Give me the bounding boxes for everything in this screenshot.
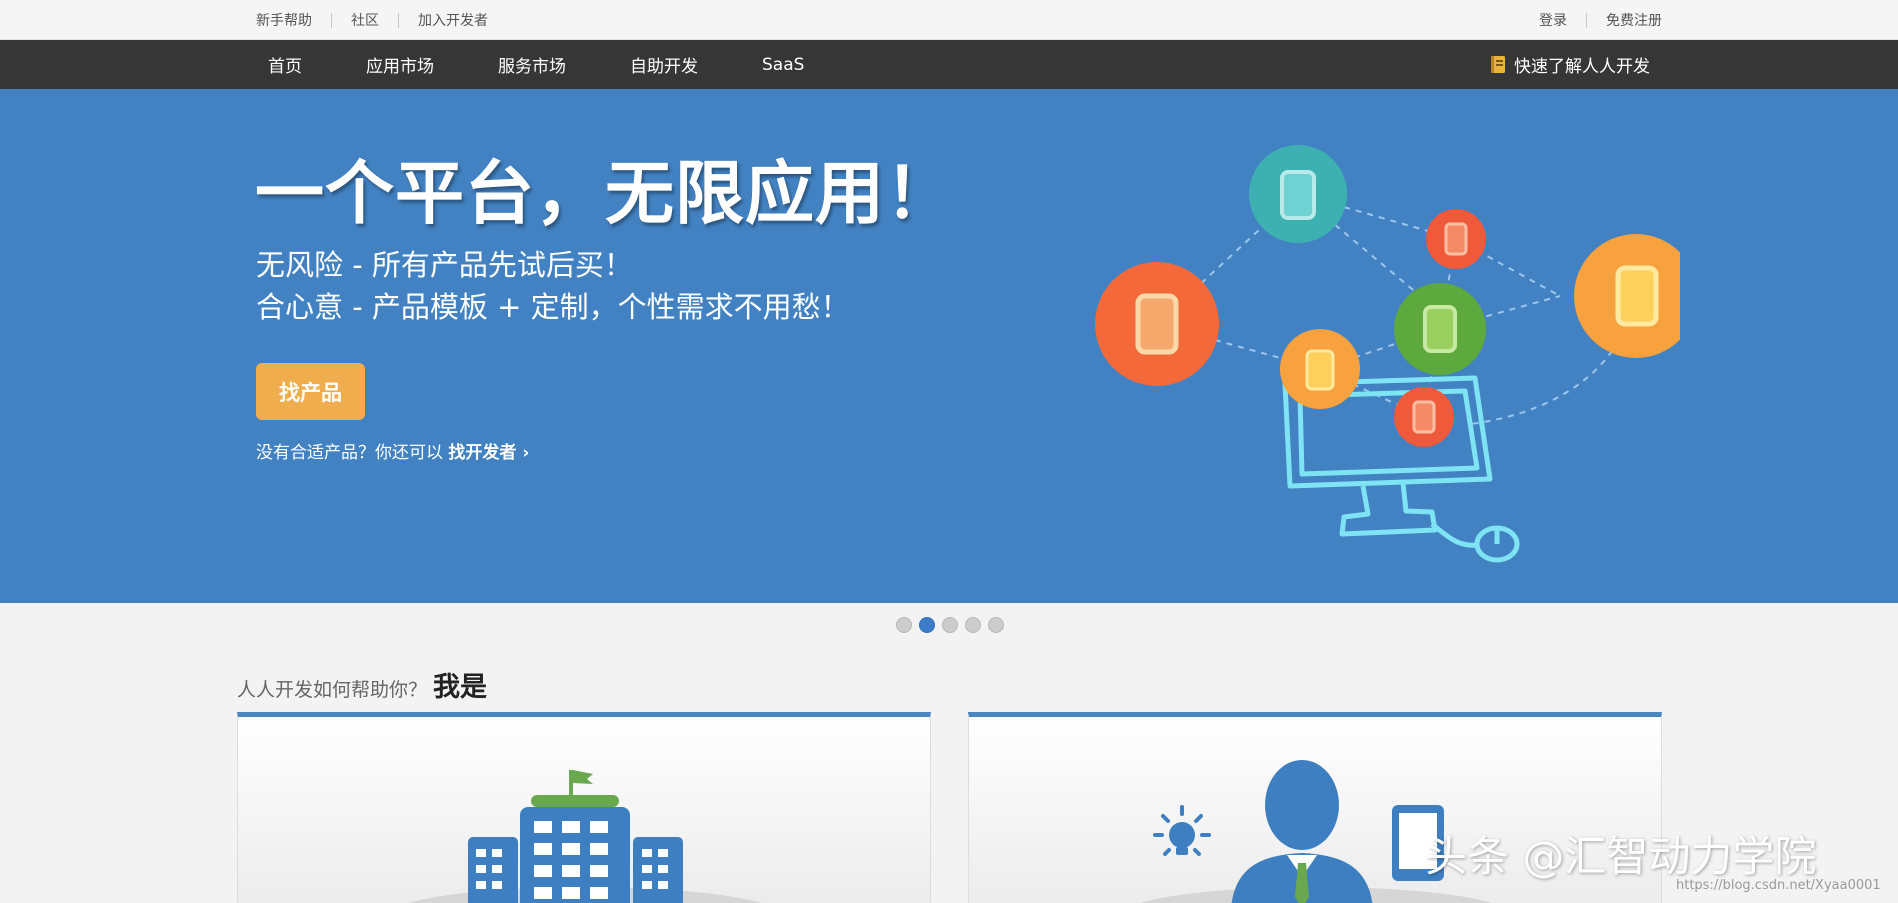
company-building-illustration xyxy=(408,770,762,903)
divider xyxy=(331,12,332,28)
carousel-dot[interactable] xyxy=(965,617,981,633)
help-question: 人人开发如何帮助你？ xyxy=(237,679,428,701)
quick-intro-link[interactable]: 快速了解人人开发 xyxy=(1490,40,1650,89)
hero-title: 一个平台，无限应用！ xyxy=(255,154,955,234)
join-developer-link[interactable]: 加入开发者 xyxy=(418,10,488,30)
find-product-button[interactable]: 找产品 xyxy=(256,363,365,420)
watermark: 头条 @汇智动力学院 xyxy=(1425,832,1817,881)
help-section-title: 人人开发如何帮助你？ 我是 xyxy=(237,665,487,704)
divider xyxy=(1586,12,1587,28)
carousel-dot[interactable] xyxy=(942,617,958,633)
carousel-dots xyxy=(896,617,1011,633)
top-utility-bar: 新手帮助 社区 加入开发者 登录 免费注册 xyxy=(0,0,1898,40)
register-link[interactable]: 免费注册 xyxy=(1606,10,1662,30)
carousel-dot[interactable] xyxy=(896,617,912,633)
main-nav: 首页 应用市场 服务市场 自助开发 SaaS 快速了解人人开发 xyxy=(0,40,1898,89)
hero-tagline-1: 无风险 - 所有产品先试后买！ xyxy=(256,248,633,282)
hero-subtext: 没有合适产品？你还可以 找开发者 › xyxy=(256,438,529,463)
nav-items: 首页 应用市场 服务市场 自助开发 SaaS xyxy=(256,40,804,89)
top-right-links: 登录 免费注册 xyxy=(1539,0,1662,40)
chevron-right-icon: › xyxy=(522,443,530,463)
nav-item-app-market[interactable]: 应用市场 xyxy=(366,52,434,77)
nav-item-saas[interactable]: SaaS xyxy=(762,55,804,75)
connected-devices-illustration xyxy=(1095,145,1680,563)
find-developer-link[interactable]: 找开发者 › xyxy=(448,443,529,463)
hero-tagline-2: 合心意 - 产品模板 + 定制，个性需求不用愁！ xyxy=(256,290,850,324)
nav-item-home[interactable]: 首页 xyxy=(268,52,302,77)
help-link[interactable]: 新手帮助 xyxy=(256,10,312,30)
nav-item-self-develop[interactable]: 自助开发 xyxy=(630,52,698,77)
company-card[interactable] xyxy=(237,712,931,903)
login-link[interactable]: 登录 xyxy=(1539,10,1567,30)
divider xyxy=(398,12,399,28)
carousel-dot-active[interactable] xyxy=(919,617,935,633)
community-link[interactable]: 社区 xyxy=(351,10,379,30)
find-developer-label: 找开发者 xyxy=(448,443,517,463)
nav-item-service-market[interactable]: 服务市场 xyxy=(498,52,566,77)
carousel-dot[interactable] xyxy=(988,617,1004,633)
hero-subtext-prefix: 没有合适产品？你还可以 xyxy=(256,443,443,463)
help-emphasis: 我是 xyxy=(433,672,488,703)
book-icon xyxy=(1491,56,1505,73)
hero-banner: 一个平台，无限应用！ 无风险 - 所有产品先试后买！ 合心意 - 产品模板 + … xyxy=(0,89,1898,603)
top-left-links: 新手帮助 社区 加入开发者 xyxy=(256,0,488,40)
watermark-url: https://blog.csdn.net/Xyaa0001 xyxy=(1676,878,1881,893)
quick-intro-label: 快速了解人人开发 xyxy=(1514,57,1650,77)
